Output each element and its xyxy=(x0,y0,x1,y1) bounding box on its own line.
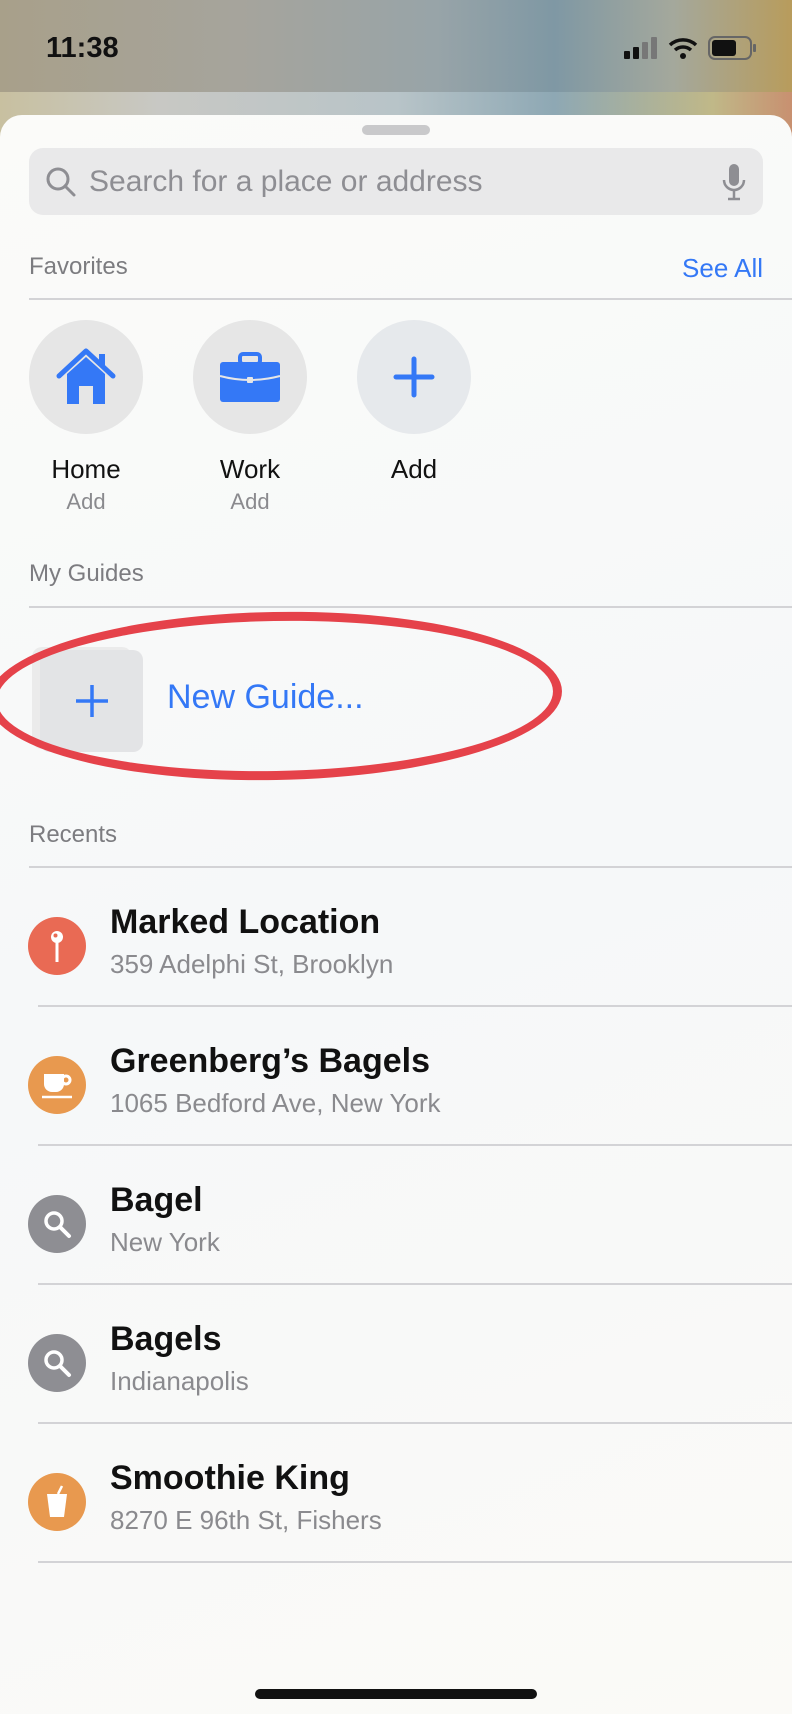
divider xyxy=(29,606,792,608)
my-guides-heading: My Guides xyxy=(29,560,144,587)
favorite-home[interactable]: Home Add xyxy=(29,320,143,515)
favorites-heading: Favorites xyxy=(29,253,128,280)
recent-title: Bagels xyxy=(110,1320,222,1358)
recent-item[interactable]: Smoothie King 8270 E 96th St, Fishers xyxy=(0,1423,792,1563)
microphone-icon[interactable] xyxy=(721,163,747,201)
favorite-label: Add xyxy=(390,454,438,484)
search-placeholder: Search for a place or address xyxy=(89,164,483,198)
recent-title: Smoothie King xyxy=(110,1459,350,1497)
status-time: 11:38 xyxy=(46,32,119,64)
cellular-signal-icon xyxy=(624,37,657,59)
plus-icon xyxy=(393,356,435,398)
recent-subtitle: Indianapolis xyxy=(110,1366,249,1396)
recent-item[interactable]: Bagel New York xyxy=(0,1145,792,1285)
search-sheet: Search for a place or address Favorites … xyxy=(0,115,792,1714)
recent-title: Greenberg’s Bagels xyxy=(110,1042,430,1080)
wifi-icon xyxy=(668,38,698,59)
favorite-work[interactable]: Work Add xyxy=(193,320,307,515)
sheet-grabber[interactable] xyxy=(362,125,430,135)
favorite-label: Work xyxy=(219,454,281,484)
favorite-sublabel: Add xyxy=(66,489,106,514)
recent-subtitle: 8270 E 96th St, Fishers xyxy=(110,1505,382,1535)
favorite-label: Home xyxy=(51,454,121,484)
briefcase-icon xyxy=(219,352,281,402)
coffee-cup-icon xyxy=(42,1074,72,1099)
search-input[interactable]: Search for a place or address xyxy=(29,148,763,215)
divider xyxy=(29,298,792,300)
search-icon xyxy=(46,167,76,196)
recent-subtitle: 1065 Bedford Ave, New York xyxy=(110,1088,441,1118)
recents-heading: Recents xyxy=(29,821,118,848)
pin-icon xyxy=(51,931,63,962)
recent-title: Marked Location xyxy=(110,903,381,941)
recent-subtitle: 359 Adelphi St, Brooklyn xyxy=(110,949,394,979)
home-indicator[interactable] xyxy=(255,1689,537,1699)
recent-item[interactable]: Marked Location 359 Adelphi St, Brooklyn xyxy=(0,867,792,1007)
search-icon xyxy=(44,1211,71,1238)
favorite-sublabel: Add xyxy=(230,489,270,514)
recent-subtitle: New York xyxy=(110,1227,220,1257)
recent-item[interactable]: Bagels Indianapolis xyxy=(0,1284,792,1424)
recent-title: Bagel xyxy=(110,1181,203,1219)
favorite-add[interactable]: Add xyxy=(357,320,471,485)
recent-item[interactable]: Greenberg’s Bagels 1065 Bedford Ave, New… xyxy=(0,1006,792,1146)
annotation-red-circle xyxy=(0,607,564,785)
house-icon xyxy=(56,348,116,404)
status-icons xyxy=(624,36,756,60)
search-icon xyxy=(44,1350,71,1377)
divider xyxy=(38,1561,792,1563)
see-all-link[interactable]: See All xyxy=(682,253,763,284)
battery-icon xyxy=(708,36,756,60)
drink-icon xyxy=(47,1485,67,1517)
